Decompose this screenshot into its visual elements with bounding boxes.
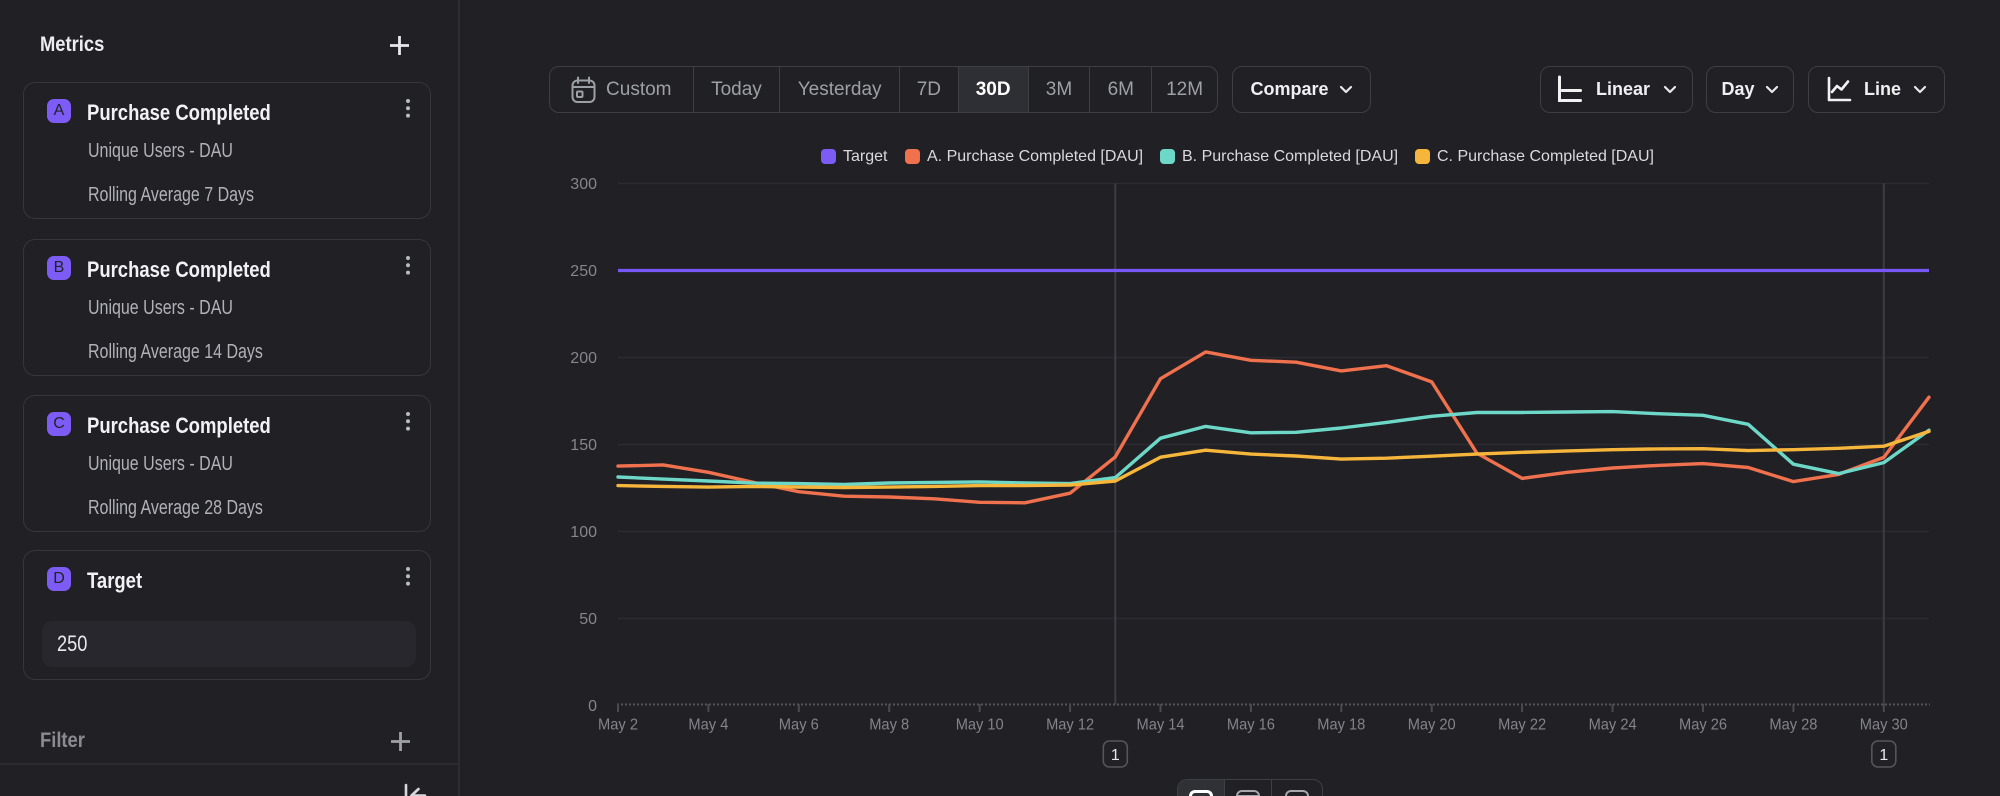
svg-text:May 4: May 4 — [688, 717, 728, 734]
svg-text:May 26: May 26 — [1679, 717, 1727, 734]
svg-text:May 20: May 20 — [1408, 717, 1456, 734]
svg-text:150: 150 — [570, 437, 597, 454]
svg-text:May 28: May 28 — [1769, 717, 1817, 734]
svg-text:May 6: May 6 — [779, 717, 819, 734]
svg-text:May 16: May 16 — [1227, 717, 1275, 734]
svg-text:May 14: May 14 — [1137, 717, 1185, 734]
svg-text:200: 200 — [570, 350, 597, 367]
svg-text:May 18: May 18 — [1317, 717, 1365, 734]
svg-text:250: 250 — [570, 263, 597, 280]
svg-text:May 30: May 30 — [1860, 717, 1908, 734]
svg-text:May 12: May 12 — [1046, 717, 1094, 734]
svg-text:May 2: May 2 — [598, 717, 638, 734]
svg-text:May 24: May 24 — [1589, 717, 1637, 734]
svg-text:May 10: May 10 — [956, 717, 1004, 734]
svg-text:50: 50 — [579, 611, 597, 628]
svg-text:1: 1 — [1879, 747, 1888, 764]
svg-text:300: 300 — [570, 176, 597, 193]
svg-text:May 22: May 22 — [1498, 717, 1546, 734]
svg-text:1: 1 — [1111, 747, 1120, 764]
svg-text:0: 0 — [588, 698, 597, 715]
svg-text:100: 100 — [570, 524, 597, 541]
svg-text:May 8: May 8 — [869, 717, 909, 734]
